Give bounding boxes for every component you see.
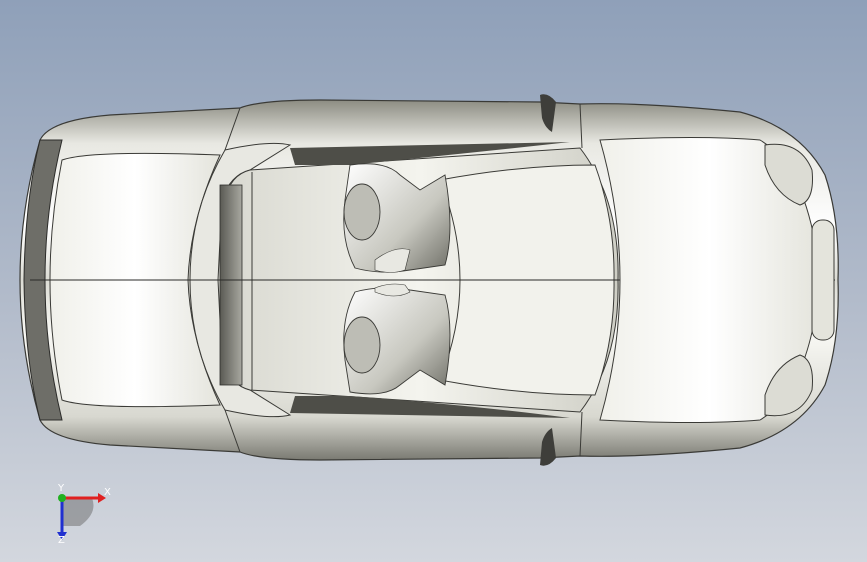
triad-shadow — [62, 498, 94, 526]
y-axis-label: Y — [58, 483, 65, 494]
y-axis-dot — [58, 494, 66, 502]
seat-passenger — [343, 283, 451, 395]
x-axis-label: X — [104, 487, 111, 498]
z-axis-label: Z — [58, 535, 65, 546]
car-model[interactable] — [0, 0, 867, 562]
rear-license-recess — [811, 219, 835, 341]
orientation-triad: X Y Z — [40, 478, 120, 548]
graphics-viewport[interactable]: X Y Z — [0, 0, 867, 562]
dashboard-strip — [219, 184, 243, 386]
